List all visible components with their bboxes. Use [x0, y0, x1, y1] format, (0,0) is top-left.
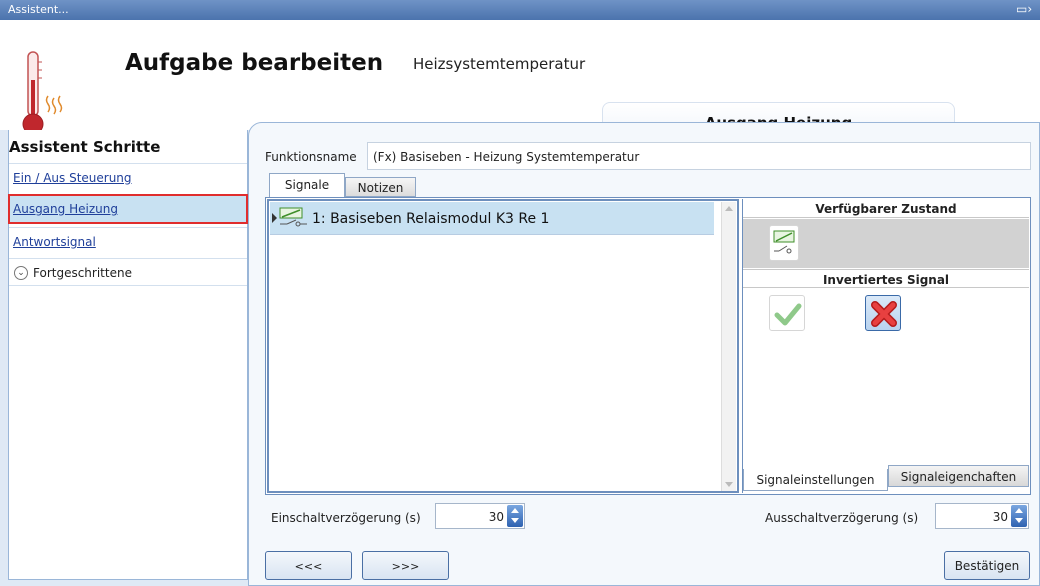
on-delay-input[interactable]: 30	[435, 503, 525, 529]
signal-label: 1: Basiseben Relaismodul K3 Re 1	[312, 211, 550, 227]
spinner-icon[interactable]	[1011, 505, 1027, 527]
next-button[interactable]: >>>	[362, 551, 449, 580]
red-x-icon	[871, 301, 897, 327]
available-state-heading: Verfügbarer Zustand	[743, 199, 1029, 218]
wizard-header: Aufgabe bearbeiten Heizsystemtemperatur …	[0, 20, 1040, 142]
signal-list[interactable]: 1: Basiseben Relaismodul K3 Re 1	[267, 199, 739, 493]
sidebar-item-ausgang-heizung[interactable]: Ausgang Heizung	[8, 194, 248, 224]
sidebar-item-label[interactable]: Ausgang Heizung	[13, 202, 118, 216]
tab-signale[interactable]: Signale	[269, 173, 345, 197]
off-delay-value: 30	[992, 510, 1008, 524]
sidebar-heading: Assistent Schritte	[9, 138, 161, 156]
row-pointer-icon	[272, 213, 277, 223]
spinner-icon[interactable]	[507, 505, 523, 527]
tab-signaleigenschaften[interactable]: Signaleigenchaften	[888, 465, 1029, 487]
relay-icon	[773, 230, 795, 254]
back-button[interactable]: <<<	[265, 551, 352, 580]
sidebar-item-label[interactable]: Antwortsignal	[13, 235, 96, 249]
relay-state-button[interactable]	[769, 225, 799, 261]
inverted-yes-button[interactable]	[769, 295, 805, 331]
available-state-band	[743, 219, 1029, 268]
off-delay-input[interactable]: 30	[935, 503, 1029, 529]
sidebar-item-antwortsignal[interactable]: Antwortsignal	[9, 227, 247, 257]
checkmark-icon	[774, 303, 802, 326]
function-name-input[interactable]: (Fx) Basiseben - Heizung Systemtemperatu…	[367, 142, 1031, 170]
inverted-no-button[interactable]	[865, 295, 901, 331]
on-delay-value: 30	[488, 510, 504, 524]
sidebar-item-label[interactable]: Ein / Aus Steuerung	[13, 171, 132, 185]
maximize-icon[interactable]: ▭›	[1016, 2, 1040, 18]
thermometer-icon	[22, 51, 63, 135]
scroll-down-icon[interactable]	[725, 482, 733, 487]
page-title: Aufgabe bearbeiten	[125, 50, 384, 76]
function-name-label: Funktionsname	[265, 150, 357, 164]
signal-properties: Verfügbarer Zustand Invertiertes Signal	[742, 199, 1029, 493]
confirm-button[interactable]: Bestätigen	[944, 551, 1030, 580]
signals-panel: 1: Basiseben Relaismodul K3 Re 1 Verfügb…	[265, 197, 1031, 495]
sidebar-advanced-toggle[interactable]: ⌄ Fortgeschrittene	[9, 258, 247, 286]
sidebar-advanced-label: Fortgeschrittene	[33, 266, 132, 280]
window-title: Assistent...	[8, 3, 69, 16]
inverted-signal-heading: Invertiertes Signal	[743, 269, 1029, 288]
list-item[interactable]: 1: Basiseben Relaismodul K3 Re 1	[270, 202, 714, 235]
tab-signaleinstellungen[interactable]: Signaleinstellungen	[743, 469, 888, 491]
relay-icon	[279, 207, 307, 227]
wizard-steps-sidebar: Assistent Schritte Ein / Aus Steuerung A…	[8, 130, 248, 580]
chevron-down-icon[interactable]: ⌄	[14, 266, 28, 280]
tab-notizen[interactable]: Notizen	[345, 177, 416, 197]
scroll-up-icon[interactable]	[725, 206, 733, 211]
sidebar-item-ein-aus-steuerung[interactable]: Ein / Aus Steuerung	[9, 163, 247, 193]
page-subtitle: Heizsystemtemperatur	[413, 55, 586, 73]
on-delay-label: Einschaltverzögerung (s)	[271, 511, 421, 525]
off-delay-label: Ausschaltverzögerung (s)	[765, 511, 919, 525]
window-titlebar: Assistent... ▭›	[0, 0, 1040, 20]
step-content: Funktionsname (Fx) Basiseben - Heizung S…	[248, 122, 1040, 586]
list-scrollbar[interactable]	[721, 202, 736, 491]
